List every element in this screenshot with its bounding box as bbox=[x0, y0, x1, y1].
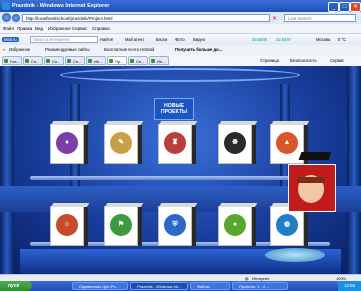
toolbar-photo[interactable]: Фото bbox=[175, 37, 185, 42]
menu-file[interactable]: Файл bbox=[3, 26, 14, 31]
stock-value-1: 29.5605 bbox=[252, 37, 268, 42]
project-cube-2[interactable]: ✎ bbox=[104, 124, 138, 164]
toolbar-blogs[interactable]: Блоги bbox=[156, 37, 167, 42]
crest-icon: ⚑ bbox=[110, 214, 132, 236]
taskbar-app-3[interactable]: Файлы bbox=[190, 282, 230, 290]
close-button[interactable]: ✕ bbox=[350, 2, 361, 12]
tab-1[interactable]: Гла... bbox=[2, 56, 22, 65]
tools-menu[interactable]: Сервис bbox=[330, 58, 344, 63]
doll-icon: ♦ bbox=[56, 132, 78, 154]
project-cube-3[interactable]: ♜ bbox=[158, 124, 192, 164]
tab-8[interactable]: Ин... bbox=[149, 56, 169, 65]
left-pillar bbox=[0, 66, 14, 274]
menu-tools[interactable]: Сервис bbox=[72, 26, 87, 31]
toolbar-search-input[interactable]: Поиск в Интернете bbox=[30, 36, 98, 43]
tree-icon: ▲ bbox=[276, 132, 298, 154]
window-titlebar: Prazdnik - Windows Internet Explorer _ □… bbox=[0, 0, 361, 12]
project-cube-9[interactable]: ● bbox=[218, 206, 252, 246]
star-icon[interactable]: ★ bbox=[2, 47, 6, 52]
menu-edit[interactable]: Правка bbox=[17, 26, 32, 31]
shield-icon: ⛨ bbox=[164, 214, 186, 236]
maximize-button[interactable]: □ bbox=[339, 2, 350, 12]
stock-value-2: 42.5497 bbox=[276, 37, 292, 42]
taskbar: пуск Справочник Цел-Ро... Prazdnik - Win… bbox=[0, 281, 361, 291]
weather-city: Москва bbox=[316, 37, 331, 42]
tab-6-active[interactable]: Пр... bbox=[107, 56, 127, 65]
window-title: Prazdnik - Windows Internet Explorer bbox=[12, 3, 110, 9]
weather-temp: 0 °С bbox=[338, 37, 347, 42]
graduate-frame[interactable] bbox=[288, 164, 336, 212]
project-cube-6[interactable]: ☺ bbox=[50, 206, 84, 246]
back-button[interactable] bbox=[2, 13, 11, 22]
toolbar-video[interactable]: Видео bbox=[193, 37, 205, 42]
forward-button[interactable] bbox=[12, 14, 20, 22]
banner-line2: ПРОЕКТЫ bbox=[160, 109, 188, 115]
toolbar-mail[interactable]: Mail агент bbox=[125, 37, 144, 42]
glass-table bbox=[265, 248, 325, 262]
address-input[interactable]: http://localhost/school/prazdnik/Project… bbox=[22, 14, 270, 22]
minimize-button[interactable]: _ bbox=[328, 2, 339, 12]
hotmail-link[interactable]: Бесплатная почта Hotmail bbox=[104, 47, 154, 52]
menu-help[interactable]: Справка bbox=[92, 26, 110, 31]
project-cube-10[interactable]: ◍ bbox=[270, 206, 304, 246]
search-input[interactable]: Live Search bbox=[284, 14, 356, 22]
favorites-button[interactable]: Избранное bbox=[9, 47, 30, 52]
ceiling-ring bbox=[60, 68, 300, 82]
taskbar-app-1[interactable]: Справочник Цел-Ро... bbox=[72, 282, 128, 290]
church-icon: ♜ bbox=[164, 132, 186, 154]
taskbar-app-2[interactable]: Prazdnik - Windows Int... bbox=[130, 282, 188, 290]
new-projects-banner[interactable]: НОВЫЕ ПРОЕКТЫ bbox=[154, 98, 194, 120]
system-clock: 13:55 bbox=[338, 281, 361, 291]
hair-icon bbox=[297, 177, 325, 183]
globe-icon: ◍ bbox=[276, 214, 298, 236]
project-cube-7[interactable]: ⚑ bbox=[104, 206, 138, 246]
right-pillar bbox=[347, 66, 361, 274]
taskbar-app-4[interactable]: Проекты: 1 - 2 ... bbox=[232, 282, 288, 290]
project-cube-4[interactable]: ☸ bbox=[218, 124, 252, 164]
suggested-sites-link[interactable]: Рекомендуемые сайты bbox=[45, 47, 90, 52]
refresh-stop-icon[interactable]: ✕ bbox=[272, 15, 280, 22]
start-button[interactable]: пуск bbox=[0, 281, 32, 291]
safety-menu[interactable]: Безопасность bbox=[290, 58, 317, 63]
get-more-link[interactable]: Получить больше до... bbox=[175, 47, 222, 52]
scroll-icon: ✎ bbox=[110, 132, 132, 154]
tab-5[interactable]: Ин... bbox=[86, 56, 106, 65]
ie-logo-icon bbox=[2, 2, 10, 10]
project-cube-1[interactable]: ♦ bbox=[50, 124, 84, 164]
figure-icon: ☺ bbox=[56, 214, 78, 236]
tab-4[interactable]: Сп... bbox=[65, 56, 85, 65]
project-cube-8[interactable]: ⛨ bbox=[158, 206, 192, 246]
tab-7[interactable]: Сп... bbox=[128, 56, 148, 65]
menu-bar: Файл Правка Вид Избранное Сервис Справка bbox=[0, 24, 361, 34]
mailru-logo[interactable]: Mail.ru bbox=[2, 37, 19, 42]
menu-favorites[interactable]: Избранное bbox=[48, 26, 71, 31]
upper-shelf bbox=[30, 176, 330, 180]
page-menu[interactable]: Страница bbox=[260, 58, 279, 63]
apple-icon: ● bbox=[224, 214, 246, 236]
graduation-cap-icon bbox=[298, 152, 332, 160]
menu-view[interactable]: Вид bbox=[35, 26, 43, 31]
tab-3[interactable]: Сп... bbox=[44, 56, 64, 65]
tab-2[interactable]: Сп... bbox=[23, 56, 43, 65]
emblem-icon: ☸ bbox=[224, 132, 246, 154]
find-button[interactable]: Найти! bbox=[100, 37, 113, 42]
